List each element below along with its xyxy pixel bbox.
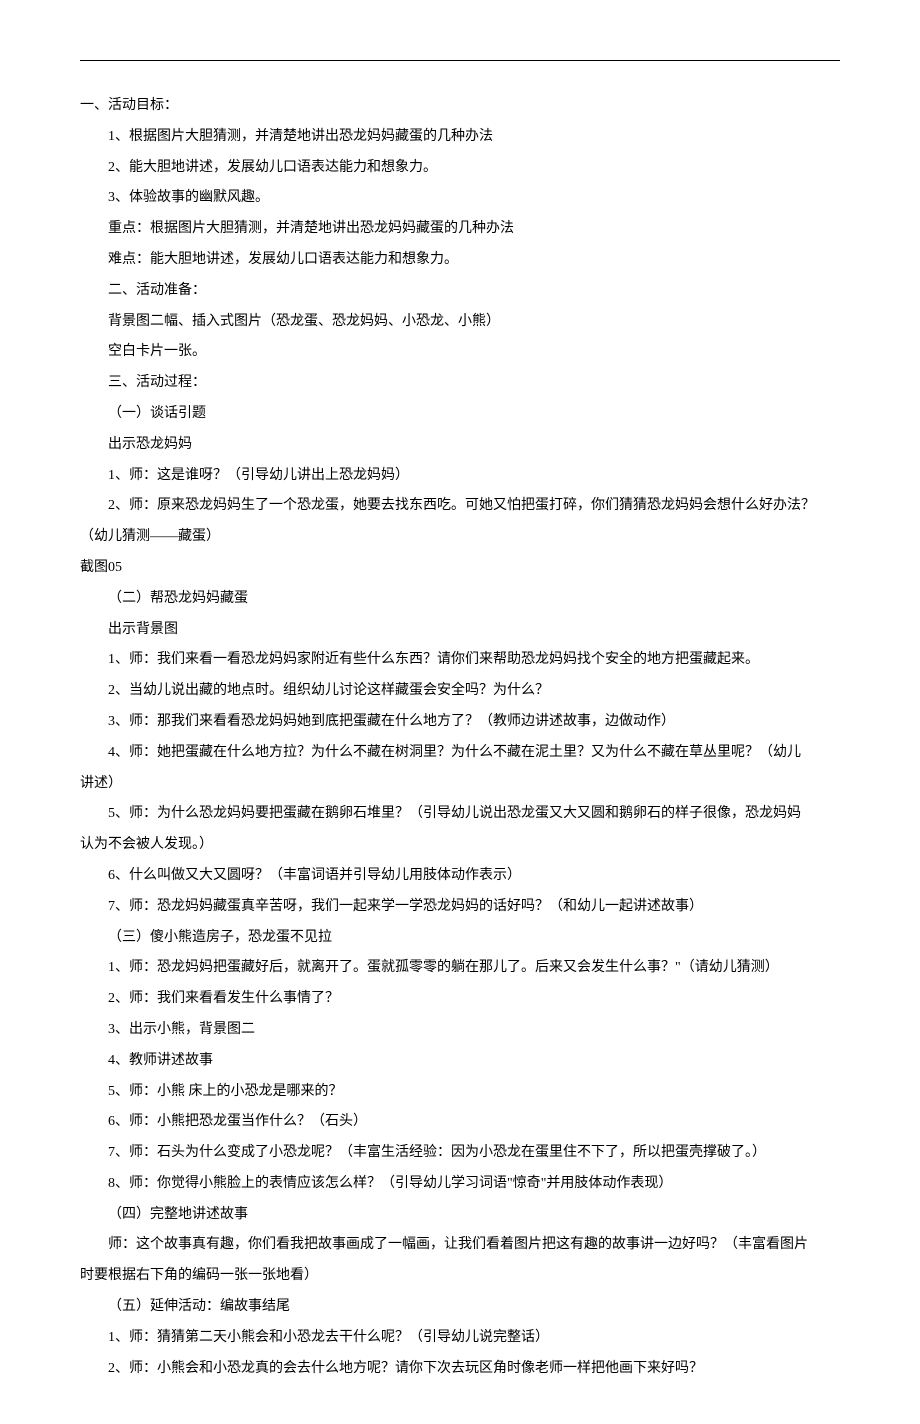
text-line: 5、师：为什么恐龙妈妈要把蛋藏在鹅卵石堆里？（引导幼儿说出恐龙蛋又大又圆和鹅卵石… xyxy=(80,799,840,830)
text-line: 7、师：恐龙妈妈藏蛋真辛苦呀，我们一起来学一学恐龙妈妈的话好吗？（和幼儿一起讲述… xyxy=(80,892,840,923)
text-line: 7、师：石头为什么变成了小恐龙呢？（丰富生活经验：因为小恐龙在蛋里住不下了，所以… xyxy=(80,1138,840,1169)
text-line: 2、师：小熊会和小恐龙真的会去什么地方呢？请你下次去玩区角时像老师一样把他画下来… xyxy=(80,1354,840,1385)
text-line: 师：这个故事真有趣，你们看我把故事画成了一幅画，让我们看着图片把这有趣的故事讲一… xyxy=(80,1230,840,1261)
text-line: 讲述） xyxy=(80,769,840,800)
text-line: 6、什么叫做又大又圆呀？（丰富词语并引导幼儿用肢体动作表示） xyxy=(80,861,840,892)
text-line: 2、师：我们来看看发生什么事情了？ xyxy=(80,984,840,1015)
text-line: 1、师：我们来看一看恐龙妈妈家附近有些什么东西？请你们来帮助恐龙妈妈找个安全的地… xyxy=(80,645,840,676)
text-line: 2、当幼儿说出藏的地点时。组织幼儿讨论这样藏蛋会安全吗？为什么？ xyxy=(80,676,840,707)
text-line: （一）谈话引题 xyxy=(80,399,840,430)
text-line: （二）帮恐龙妈妈藏蛋 xyxy=(80,584,840,615)
text-line: 截图05 xyxy=(80,553,840,584)
text-line: 2、师：原来恐龙妈妈生了一个恐龙蛋，她要去找东西吃。可她又怕把蛋打碎，你们猜猜恐… xyxy=(80,491,840,522)
text-line: 3、出示小熊，背景图二 xyxy=(80,1015,840,1046)
text-line: 4、教师讲述故事 xyxy=(80,1046,840,1077)
text-line: 背景图二幅、插入式图片（恐龙蛋、恐龙妈妈、小恐龙、小熊） xyxy=(80,307,840,338)
text-line: 1、师：猜猜第二天小熊会和小恐龙去干什么呢？（引导幼儿说完整话） xyxy=(80,1323,840,1354)
text-line: （三）傻小熊造房子，恐龙蛋不见拉 xyxy=(80,923,840,954)
text-line: （幼儿猜测——藏蛋） xyxy=(80,522,840,553)
text-line: 3、师：那我们来看看恐龙妈妈她到底把蛋藏在什么地方了？（教师边讲述故事，边做动作… xyxy=(80,707,840,738)
text-line: 二、活动准备： xyxy=(80,276,840,307)
text-line: 5、师：小熊 床上的小恐龙是哪来的？ xyxy=(80,1077,840,1108)
text-line: 空白卡片一张。 xyxy=(80,337,840,368)
horizontal-divider xyxy=(80,60,840,61)
text-line: 三、活动过程： xyxy=(80,368,840,399)
text-line: 2、能大胆地讲述，发展幼儿口语表达能力和想象力。 xyxy=(80,153,840,184)
text-line: 难点：能大胆地讲述，发展幼儿口语表达能力和想象力。 xyxy=(80,245,840,276)
text-line: 时要根据右下角的编码一张一张地看） xyxy=(80,1261,840,1292)
text-line: 8、师：你觉得小熊脸上的表情应该怎么样？（引导幼儿学习词语"惊奇"并用肢体动作表… xyxy=(80,1169,840,1200)
text-line: 出示恐龙妈妈 xyxy=(80,430,840,461)
text-line: 4、师：她把蛋藏在什么地方拉？为什么不藏在树洞里？为什么不藏在泥土里？又为什么不… xyxy=(80,738,840,769)
text-line: 出示背景图 xyxy=(80,615,840,646)
text-line: 一、活动目标： xyxy=(80,91,840,122)
text-line: 6、师：小熊把恐龙蛋当作什么？（石头） xyxy=(80,1107,840,1138)
text-line: 认为不会被人发现。） xyxy=(80,830,840,861)
document-body: 一、活动目标：1、根据图片大胆猜测，并清楚地讲出恐龙妈妈藏蛋的几种办法2、能大胆… xyxy=(80,91,840,1384)
text-line: （五）延伸活动：编故事结尾 xyxy=(80,1292,840,1323)
text-line: 3、体验故事的幽默风趣。 xyxy=(80,183,840,214)
text-line: 1、师：这是谁呀？（引导幼儿讲出上恐龙妈妈） xyxy=(80,461,840,492)
text-line: 1、师：恐龙妈妈把蛋藏好后，就离开了。蛋就孤零零的躺在那儿了。后来又会发生什么事… xyxy=(80,953,840,984)
text-line: （四）完整地讲述故事 xyxy=(80,1200,840,1231)
text-line: 重点：根据图片大胆猜测，并清楚地讲出恐龙妈妈藏蛋的几种办法 xyxy=(80,214,840,245)
text-line: 1、根据图片大胆猜测，并清楚地讲出恐龙妈妈藏蛋的几种办法 xyxy=(80,122,840,153)
